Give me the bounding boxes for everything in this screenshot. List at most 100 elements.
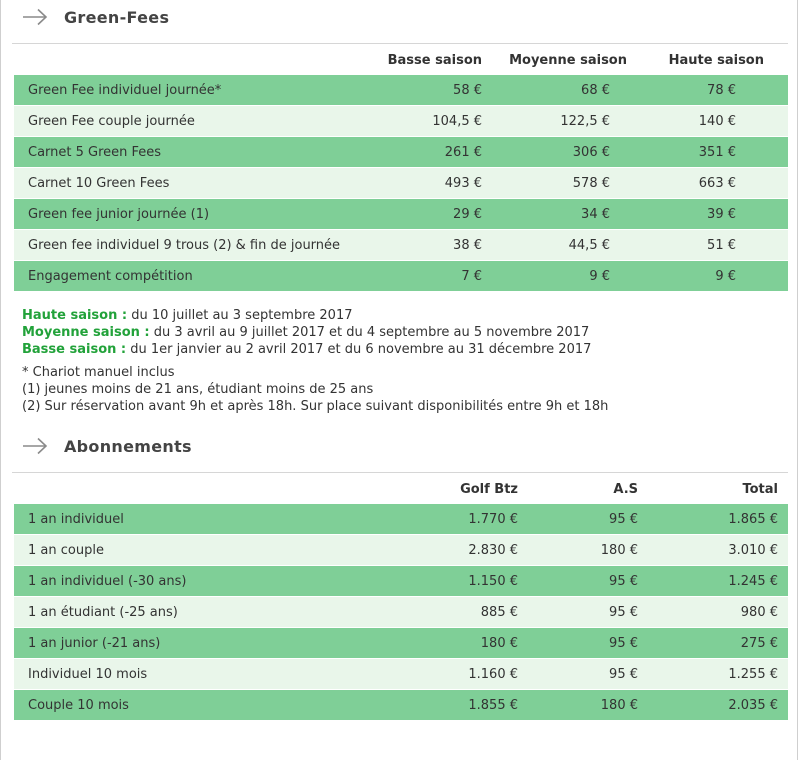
row-label: 1 an couple bbox=[14, 534, 320, 566]
table-row: 1 an individuel (-30 ans) 1.150 €95 €1.24… bbox=[14, 565, 788, 597]
price-cell: 44,5 € bbox=[484, 229, 635, 261]
column-spacer bbox=[14, 474, 320, 504]
table-row: Green Fee couple journée 104,5 €122,5 €14… bbox=[14, 105, 788, 137]
season-line-basse: Basse saison : du 1er janvier au 2 avril… bbox=[22, 341, 608, 358]
price-cell: 578 € bbox=[484, 167, 635, 199]
price-cell: 980 € bbox=[640, 596, 788, 628]
table-row: Couple 10 mois 1.855 €180 €2.035 € bbox=[14, 689, 788, 721]
price-cell: 34 € bbox=[484, 198, 635, 230]
price-cell: 78 € bbox=[635, 75, 788, 106]
column-header-as: A.S bbox=[613, 481, 638, 497]
price-cell: 493 € bbox=[377, 167, 484, 199]
price-cell: 1.770 € bbox=[320, 504, 520, 535]
greenfees-header: Green-Fees bbox=[22, 2, 169, 32]
price-cell: 95 € bbox=[520, 596, 640, 628]
row-label: Green fee junior journée (1) bbox=[14, 198, 377, 230]
pricing-notes: Haute saison : du 10 juillet au 3 septem… bbox=[22, 307, 608, 415]
price-cell: 68 € bbox=[484, 75, 635, 106]
price-cell: 2.035 € bbox=[640, 689, 788, 721]
price-cell: 51 € bbox=[635, 229, 788, 261]
price-cell: 1.245 € bbox=[640, 565, 788, 597]
abonnements-title: Abonnements bbox=[64, 436, 192, 456]
season-dates: du 10 juillet au 3 septembre 2017 bbox=[127, 308, 353, 323]
column-header-haute: Haute saison bbox=[668, 52, 764, 68]
price-cell: 275 € bbox=[640, 627, 788, 659]
price-cell: 3.010 € bbox=[640, 534, 788, 566]
greenfees-header-row: Basse saison Moyenne saison Haute saison bbox=[14, 45, 788, 75]
row-label: Individuel 10 mois bbox=[14, 658, 320, 690]
column-spacer bbox=[14, 45, 377, 75]
price-cell: 58 € bbox=[377, 75, 484, 106]
table-row: Carnet 5 Green Fees 261 €306 €351 € bbox=[14, 136, 788, 168]
footnote: (2) Sur réservation avant 9h et après 18… bbox=[22, 399, 609, 414]
table-row: Green fee individuel 9 trous (2) & fin d… bbox=[14, 229, 788, 261]
table-row: Engagement compétition 7 €9 €9 € bbox=[14, 260, 788, 292]
footnote: (1) jeunes moins de 21 ans, étudiant moi… bbox=[22, 382, 374, 397]
price-cell: 1.160 € bbox=[320, 658, 520, 690]
table-row: Green fee junior journée (1) 29 €34 €39 € bbox=[14, 198, 788, 230]
abonnements-header-row: Golf Btz A.S Total bbox=[14, 474, 788, 504]
row-label: 1 an individuel (-30 ans) bbox=[14, 565, 320, 597]
table-row: Green Fee individuel journée* 58 €68 €78 … bbox=[14, 75, 788, 106]
price-cell: 885 € bbox=[320, 596, 520, 628]
greenfees-table: Basse saison Moyenne saison Haute saison… bbox=[14, 45, 788, 292]
price-cell: 95 € bbox=[520, 504, 640, 535]
price-cell: 663 € bbox=[635, 167, 788, 199]
price-cell: 122,5 € bbox=[484, 105, 635, 137]
season-label: Basse saison : bbox=[22, 342, 127, 357]
row-label: 1 an étudiant (-25 ans) bbox=[14, 596, 320, 628]
column-header-total: Total bbox=[742, 481, 778, 497]
column-header-golf: Golf Btz bbox=[460, 481, 518, 497]
abonnements-divider bbox=[12, 472, 788, 473]
season-line-moyenne: Moyenne saison : du 3 avril au 9 juillet… bbox=[22, 324, 608, 341]
column-header-moyenne: Moyenne saison bbox=[509, 52, 627, 68]
price-cell: 29 € bbox=[377, 198, 484, 230]
price-cell: 180 € bbox=[520, 689, 640, 721]
price-cell: 9 € bbox=[484, 260, 635, 292]
season-label: Haute saison : bbox=[22, 308, 128, 323]
price-cell: 1.255 € bbox=[640, 658, 788, 690]
price-cell: 95 € bbox=[520, 565, 640, 597]
row-label: Engagement compétition bbox=[14, 260, 377, 292]
abonnements-table: Golf Btz A.S Total 1 an individuel 1.770 … bbox=[14, 474, 788, 721]
row-label: Carnet 10 Green Fees bbox=[14, 167, 377, 199]
table-row: 1 an couple 2.830 €180 €3.010 € bbox=[14, 534, 788, 566]
price-cell: 1.855 € bbox=[320, 689, 520, 721]
row-label: Carnet 5 Green Fees bbox=[14, 136, 377, 168]
price-cell: 38 € bbox=[377, 229, 484, 261]
price-cell: 95 € bbox=[520, 658, 640, 690]
price-cell: 180 € bbox=[320, 627, 520, 659]
row-label: Green Fee couple journée bbox=[14, 105, 377, 137]
price-cell: 1.150 € bbox=[320, 565, 520, 597]
price-cell: 351 € bbox=[635, 136, 788, 168]
greenfees-title: Green-Fees bbox=[64, 7, 170, 27]
season-label: Moyenne saison : bbox=[22, 325, 150, 340]
price-cell: 9 € bbox=[635, 260, 788, 292]
table-row: 1 an étudiant (-25 ans) 885 €95 €980 € bbox=[14, 596, 788, 628]
price-cell: 2.830 € bbox=[320, 534, 520, 566]
table-row: 1 an individuel 1.770 €95 €1.865 € bbox=[14, 504, 788, 535]
row-label: Couple 10 mois bbox=[14, 689, 320, 721]
price-cell: 104,5 € bbox=[377, 105, 484, 137]
price-cell: 180 € bbox=[520, 534, 640, 566]
table-row: Carnet 10 Green Fees 493 €578 €663 € bbox=[14, 167, 788, 199]
abonnements-header: Abonnements bbox=[22, 431, 192, 461]
season-dates: du 3 avril au 9 juillet 2017 et du 4 sep… bbox=[149, 325, 590, 340]
season-line-haute: Haute saison : du 10 juillet au 3 septem… bbox=[22, 307, 608, 324]
row-label: 1 an individuel bbox=[14, 504, 320, 535]
price-cell: 95 € bbox=[520, 627, 640, 659]
table-row: 1 an junior (-21 ans) 180 €95 €275 € bbox=[14, 627, 788, 659]
price-cell: 140 € bbox=[635, 105, 788, 137]
arrow-right-icon bbox=[23, 437, 48, 455]
column-header-basse: Basse saison bbox=[387, 52, 482, 68]
price-cell: 261 € bbox=[377, 136, 484, 168]
price-cell: 306 € bbox=[484, 136, 635, 168]
row-label: 1 an junior (-21 ans) bbox=[14, 627, 320, 659]
greenfees-divider bbox=[12, 43, 788, 44]
season-dates: du 1er janvier au 2 avril 2017 et du 6 n… bbox=[126, 342, 592, 357]
price-cell: 7 € bbox=[377, 260, 484, 292]
row-label: Green Fee individuel journée* bbox=[14, 75, 377, 106]
footnote: * Chariot manuel inclus bbox=[22, 365, 175, 380]
arrow-right-icon bbox=[23, 8, 48, 26]
row-label: Green fee individuel 9 trous (2) & fin d… bbox=[14, 229, 377, 261]
